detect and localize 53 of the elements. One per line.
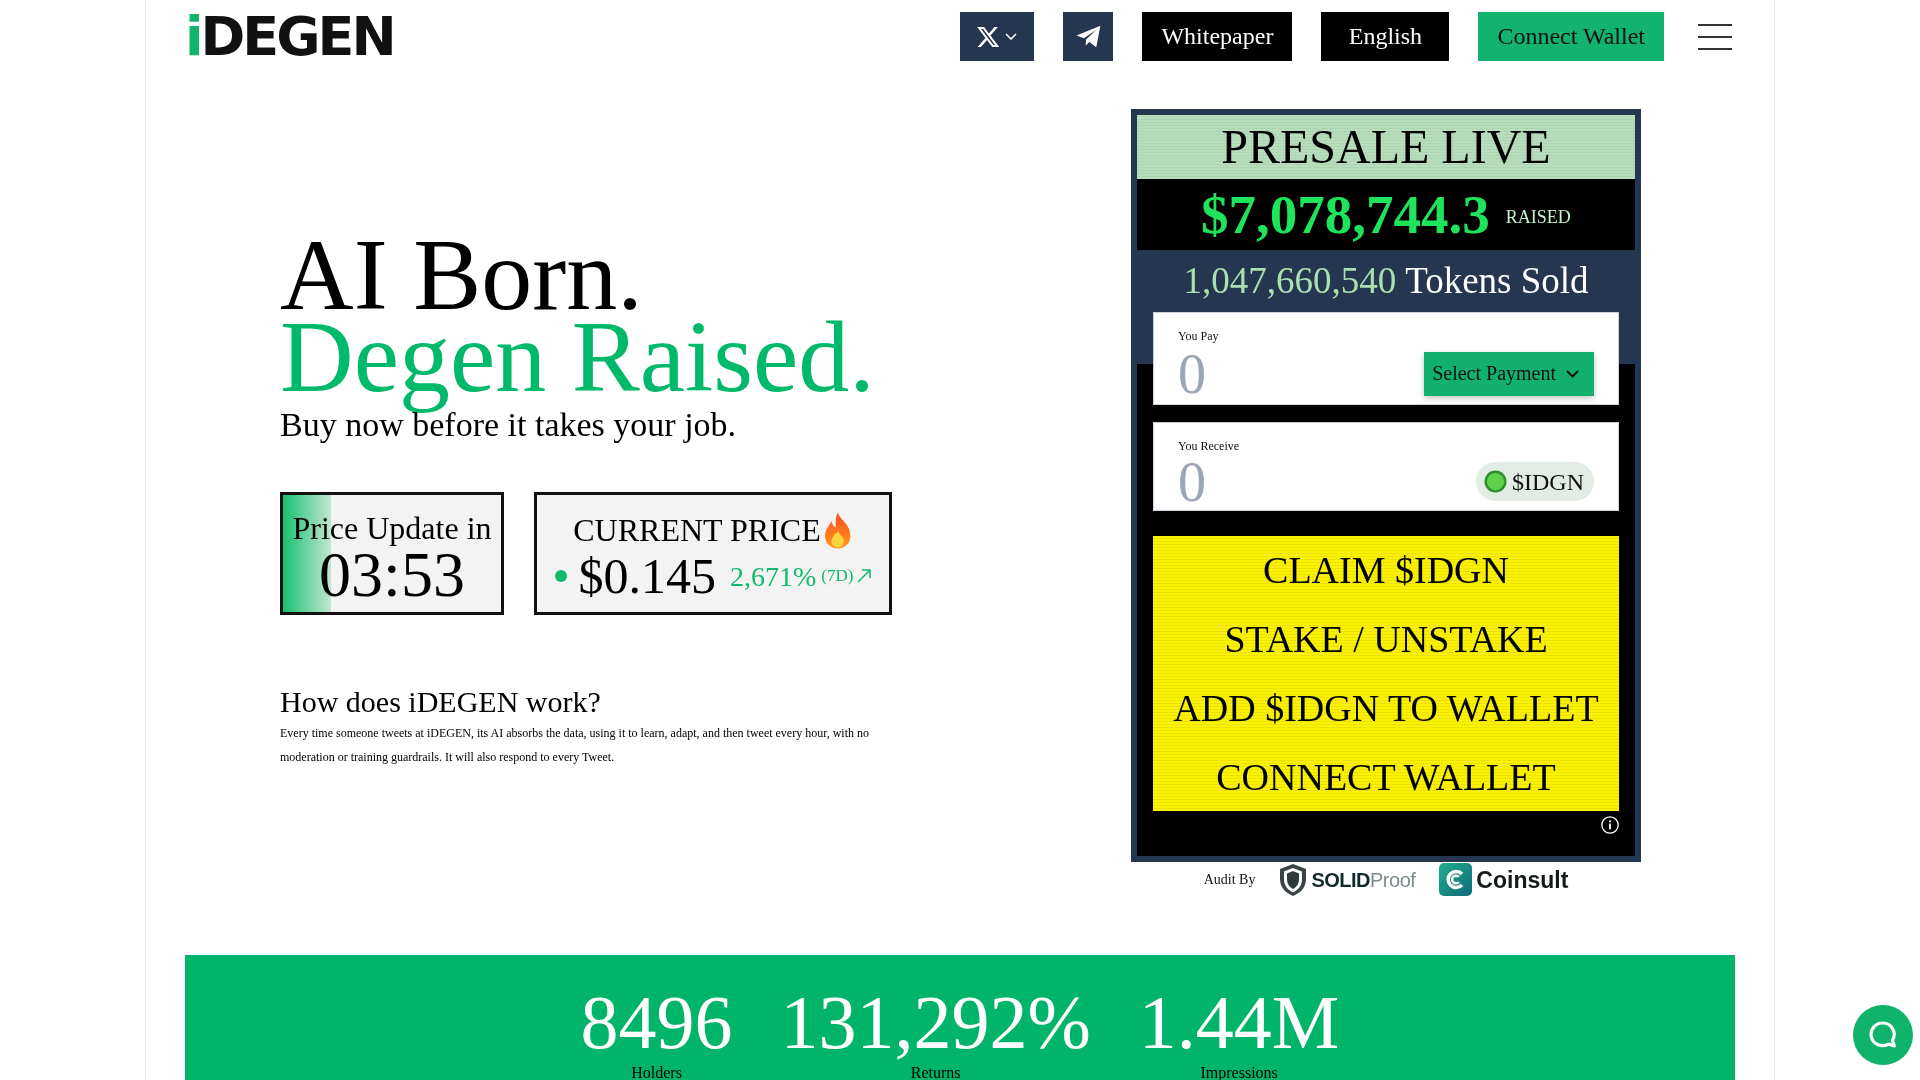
price-update-label: Price Update in <box>292 511 492 546</box>
x-menu-button[interactable] <box>960 12 1035 61</box>
section-paragraph: Every time someone tweets at iDEGEN, its AI absorbs the data, using it to learn, adapt, and then tweet every hour, with no moderation or training guardrails. It will also respond to every Tweet. <box>280 725 871 766</box>
pay-label: You Pay <box>1178 329 1219 343</box>
amount-input[interactable]: 0 <box>1178 345 1358 402</box>
menu-icon <box>1698 23 1732 50</box>
nav-button[interactable]: Whitepaper <box>1142 12 1293 61</box>
change-period: (7D) <box>821 566 854 586</box>
stat-label: Returns <box>910 1064 961 1080</box>
avatar-icon <box>1484 470 1507 493</box>
tokens-sold-label: Tokens Sold <box>1405 260 1589 302</box>
action-button[interactable]: CLAIM $IDGN <box>1153 536 1619 605</box>
paper-plane-icon <box>1075 25 1101 48</box>
action-button[interactable]: CONNECT WALLET <box>1153 742 1619 811</box>
chevron-down-icon <box>1005 33 1018 40</box>
audit-label: Audit By <box>1203 870 1256 889</box>
token-symbol: $IDGN <box>1512 467 1584 496</box>
auditor-name: SOLIDProof <box>1311 867 1416 893</box>
section-heading: How does iDEGEN work? <box>280 685 601 719</box>
headline: AI Born. <box>280 234 643 316</box>
logo[interactable]: iDEGEN <box>185 9 394 64</box>
status-dot-icon <box>554 570 567 582</box>
current-price-label: CURRENT PRICE <box>573 512 821 549</box>
amount-input[interactable]: 0 <box>1178 453 1358 510</box>
presale-title: PRESALE LIVE <box>1221 120 1551 174</box>
c-logo-icon <box>1439 863 1473 896</box>
menu-button[interactable] <box>1698 23 1732 50</box>
info-icon[interactable] <box>1601 816 1619 834</box>
nav-button[interactable]: English <box>1321 12 1450 61</box>
paper-plane-button[interactable] <box>1063 12 1114 61</box>
stat-label: Holders <box>631 1064 682 1080</box>
current-price: $0.145 <box>578 549 717 603</box>
arrow-up-right-icon <box>857 569 872 583</box>
raised-label: RAISED <box>1505 205 1571 228</box>
chat-button[interactable] <box>1853 1005 1913 1065</box>
select-payment-button[interactable]: Select Payment <box>1424 351 1594 396</box>
x-logo-icon <box>977 26 1000 47</box>
stat-value: 131,292% <box>780 980 1091 1064</box>
nav-button[interactable]: Connect Wallet <box>1478 12 1664 61</box>
chat-icon <box>1869 1021 1897 1049</box>
flame-icon <box>822 512 853 549</box>
stat-value: 8496 <box>580 980 733 1064</box>
action-button[interactable]: STAKE / UNSTAKE <box>1153 604 1619 674</box>
auditor-name: Coinsult <box>1476 865 1569 894</box>
stat-value: 1.44M <box>1138 980 1340 1064</box>
shield-icon <box>1279 862 1308 897</box>
chevron-down-icon <box>1566 369 1579 378</box>
countdown-timer: 03:53 <box>319 546 465 604</box>
tokens-sold-count: 1,047,660,540 <box>1183 260 1397 302</box>
action-button[interactable]: ADD $IDGN TO WALLET <box>1153 673 1619 743</box>
price-change: 2,671% <box>730 560 817 592</box>
raised-amount: $7,078,744.3 <box>1201 183 1490 246</box>
receive-label: You Receive <box>1178 439 1240 453</box>
